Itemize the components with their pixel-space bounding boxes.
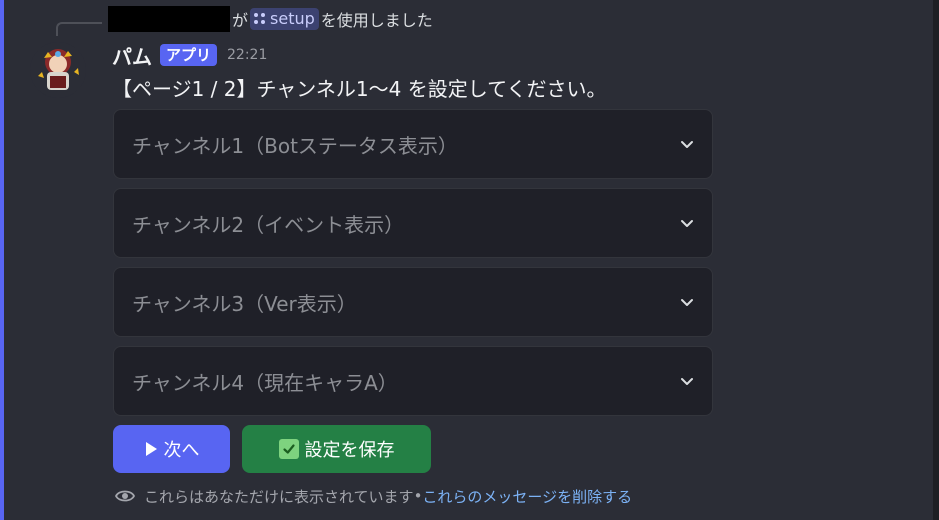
footer-separator: • bbox=[413, 487, 423, 505]
save-button[interactable]: 設定を保存 bbox=[242, 425, 431, 473]
interaction-suffix: が bbox=[232, 11, 249, 30]
chevron-down-icon bbox=[681, 299, 693, 306]
ephemeral-notice-text: これらはあなただけに表示されています bbox=[144, 487, 414, 506]
next-button-label: 次へ bbox=[163, 440, 200, 461]
window-edge bbox=[933, 0, 939, 520]
select-placeholder: チャンネル4（現在キャラA） bbox=[132, 370, 398, 395]
save-button-label: 設定を保存 bbox=[304, 440, 395, 461]
command-mention[interactable]: setup bbox=[250, 8, 319, 30]
channel-select-2[interactable]: チャンネル2（イベント表示） bbox=[113, 188, 713, 258]
username[interactable]: パム bbox=[112, 41, 152, 70]
timestamp[interactable]: 22:21 bbox=[227, 47, 267, 63]
ephemeral-notice: これらはあなただけに表示されています • これらのメッセージを削除する bbox=[114, 485, 632, 507]
interaction-header: が setup を使用しました bbox=[108, 6, 433, 32]
select-placeholder: チャンネル3（Ver表示） bbox=[132, 291, 357, 316]
select-placeholder: チャンネル2（イベント表示） bbox=[132, 212, 405, 237]
channel-select-3[interactable]: チャンネル3（Ver表示） bbox=[113, 267, 713, 337]
message-header: パム アプリ 22:21 bbox=[112, 41, 267, 69]
checkbox-icon bbox=[278, 439, 299, 459]
chevron-down-icon bbox=[681, 141, 693, 148]
chevron-down-icon bbox=[681, 220, 693, 227]
channel-select-1[interactable]: チャンネル1（Botステータス表示） bbox=[113, 109, 713, 179]
redacted-username[interactable] bbox=[108, 6, 230, 32]
message-container: が setup を使用しました パム アプリ 22:21 【ページ1 / 2】チ… bbox=[0, 0, 933, 520]
message-content: 【ページ1 / 2】チャンネル1〜4 を設定してください。 bbox=[112, 77, 607, 101]
select-placeholder: チャンネル1（Botステータス表示） bbox=[132, 133, 458, 158]
eye-icon bbox=[114, 490, 136, 502]
reply-spine bbox=[56, 22, 102, 36]
slash-command-icon bbox=[254, 12, 266, 25]
channel-select-4[interactable]: チャンネル4（現在キャラA） bbox=[113, 346, 713, 416]
avatar[interactable] bbox=[30, 42, 86, 98]
next-button[interactable]: 次へ bbox=[113, 425, 230, 473]
play-icon bbox=[145, 442, 157, 456]
command-name: setup bbox=[270, 9, 315, 28]
dismiss-messages-link[interactable]: これらのメッセージを削除する bbox=[422, 486, 632, 507]
interaction-tail: を使用しました bbox=[320, 11, 433, 30]
chevron-down-icon bbox=[681, 378, 693, 385]
app-badge: アプリ bbox=[160, 44, 218, 66]
